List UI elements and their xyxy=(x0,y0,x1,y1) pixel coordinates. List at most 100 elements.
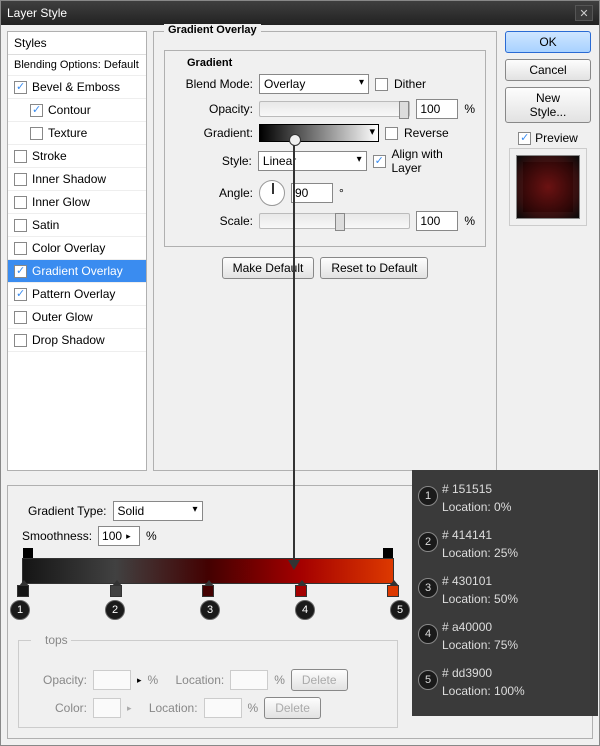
make-default-button[interactable]: Make Default xyxy=(222,257,315,279)
style-item-inner-glow[interactable]: Inner Glow xyxy=(8,191,146,214)
right-buttons: OK Cancel New Style... Preview xyxy=(503,31,593,471)
opacity-label: Opacity: xyxy=(175,102,253,116)
preview-label: Preview xyxy=(535,131,578,145)
style-checkbox[interactable] xyxy=(14,81,27,94)
style-item-satin[interactable]: Satin xyxy=(8,214,146,237)
style-checkbox[interactable] xyxy=(14,173,27,186)
stop-location-input[interactable] xyxy=(230,670,268,690)
blend-mode-label: Blend Mode: xyxy=(175,77,253,91)
info-badge: 5 xyxy=(418,670,438,690)
style-label: Gradient Overlay xyxy=(32,264,123,278)
style-checkbox[interactable] xyxy=(30,104,43,117)
titlebar[interactable]: Layer Style ✕ xyxy=(1,1,599,25)
stops-group: tops Opacity: ▸% Location: % Delete Colo… xyxy=(18,640,398,728)
style-label: Pattern Overlay xyxy=(32,287,115,301)
style-checkbox[interactable] xyxy=(14,265,27,278)
blend-mode-select[interactable]: Overlay xyxy=(259,74,369,94)
info-entry: 5# dd3900Location: 100% xyxy=(442,664,594,700)
stop-opacity-input[interactable] xyxy=(93,670,131,690)
opacity-stop[interactable] xyxy=(23,548,33,558)
gradient-picker[interactable] xyxy=(259,124,379,142)
style-checkbox[interactable] xyxy=(14,288,27,301)
scale-value[interactable]: 100 xyxy=(416,211,458,231)
style-checkbox[interactable] xyxy=(14,196,27,209)
style-checkbox[interactable] xyxy=(14,334,27,347)
style-item-inner-shadow[interactable]: Inner Shadow xyxy=(8,168,146,191)
style-item-gradient-overlay[interactable]: Gradient Overlay xyxy=(8,260,146,283)
style-label: Texture xyxy=(48,126,87,140)
style-label: Drop Shadow xyxy=(32,333,105,347)
info-badge: 1 xyxy=(418,486,438,506)
scale-slider[interactable] xyxy=(259,213,410,229)
close-icon[interactable]: ✕ xyxy=(575,5,593,21)
info-hex: # 151515 xyxy=(442,480,594,498)
gradient-type-select[interactable]: Solid xyxy=(113,501,203,521)
style-label: Inner Shadow xyxy=(32,172,106,186)
gradient-legend: Gradient xyxy=(183,57,236,69)
arrow-annotation xyxy=(293,136,295,562)
info-entry: 1# 151515Location: 0% xyxy=(442,480,594,516)
style-item-drop-shadow[interactable]: Drop Shadow xyxy=(8,329,146,352)
style-checkbox[interactable] xyxy=(30,127,43,140)
style-item-contour[interactable]: Contour xyxy=(8,99,146,122)
opacity-value[interactable]: 100 xyxy=(416,99,458,119)
opacity-stop[interactable] xyxy=(383,548,393,558)
stops-legend: tops xyxy=(31,633,71,647)
angle-value[interactable]: 90 xyxy=(291,183,333,203)
gradient-label: Gradient: xyxy=(175,126,253,140)
style-item-color-overlay[interactable]: Color Overlay xyxy=(8,237,146,260)
style-checkbox[interactable] xyxy=(14,150,27,163)
style-label: Contour xyxy=(48,103,91,117)
style-item-stroke[interactable]: Stroke xyxy=(8,145,146,168)
angle-label: Angle: xyxy=(175,186,253,200)
gradient-bar[interactable] xyxy=(22,558,394,584)
style-checkbox[interactable] xyxy=(14,242,27,255)
new-style-button[interactable]: New Style... xyxy=(505,87,591,123)
window-title: Layer Style xyxy=(7,6,67,20)
cancel-button[interactable]: Cancel xyxy=(505,59,591,81)
color-info-overlay: 1# 151515Location: 0%2# 414141Location: … xyxy=(412,470,598,716)
smoothness-label: Smoothness: xyxy=(22,529,92,543)
stop-color-label: Color: xyxy=(27,701,87,715)
style-label: Bevel & Emboss xyxy=(32,80,120,94)
style-item-texture[interactable]: Texture xyxy=(8,122,146,145)
stop-color-swatch[interactable] xyxy=(93,698,121,718)
ok-button[interactable]: OK xyxy=(505,31,591,53)
style-label: Color Overlay xyxy=(32,241,105,255)
stop-badge: 2 xyxy=(105,600,125,620)
styles-header[interactable]: Styles xyxy=(8,32,146,55)
reverse-label: Reverse xyxy=(404,126,449,140)
style-checkbox[interactable] xyxy=(14,311,27,324)
style-item-bevel-emboss[interactable]: Bevel & Emboss xyxy=(8,76,146,99)
style-item-pattern-overlay[interactable]: Pattern Overlay xyxy=(8,283,146,306)
stop-badge: 3 xyxy=(200,600,220,620)
info-location: Location: 50% xyxy=(442,590,594,608)
style-select[interactable]: Linear xyxy=(258,151,367,171)
dither-checkbox[interactable] xyxy=(375,78,388,91)
delete-color-button[interactable]: Delete xyxy=(264,697,321,719)
info-location: Location: 0% xyxy=(442,498,594,516)
opacity-slider[interactable] xyxy=(259,101,410,117)
stop-badge: 4 xyxy=(295,600,315,620)
smoothness-value[interactable]: 100▸ xyxy=(98,526,140,546)
info-hex: # 430101 xyxy=(442,572,594,590)
stop-location2-input[interactable] xyxy=(204,698,242,718)
preview-checkbox[interactable] xyxy=(518,132,531,145)
stop-location2-label: Location: xyxy=(138,701,198,715)
style-checkbox[interactable] xyxy=(14,219,27,232)
style-label: Outer Glow xyxy=(32,310,93,324)
info-entry: 3# 430101Location: 50% xyxy=(442,572,594,608)
info-badge: 4 xyxy=(418,624,438,644)
info-location: Location: 25% xyxy=(442,544,594,562)
blending-options[interactable]: Blending Options: Default xyxy=(8,55,146,76)
info-location: Location: 100% xyxy=(442,682,594,700)
reverse-checkbox[interactable] xyxy=(385,127,398,140)
reset-default-button[interactable]: Reset to Default xyxy=(320,257,428,279)
delete-stop-button[interactable]: Delete xyxy=(291,669,348,691)
style-item-outer-glow[interactable]: Outer Glow xyxy=(8,306,146,329)
align-checkbox[interactable] xyxy=(373,155,386,168)
gradient-type-label: Gradient Type: xyxy=(28,504,107,518)
angle-dial[interactable] xyxy=(259,180,285,206)
align-label: Align with Layer xyxy=(392,147,476,175)
style-label: Inner Glow xyxy=(32,195,90,209)
